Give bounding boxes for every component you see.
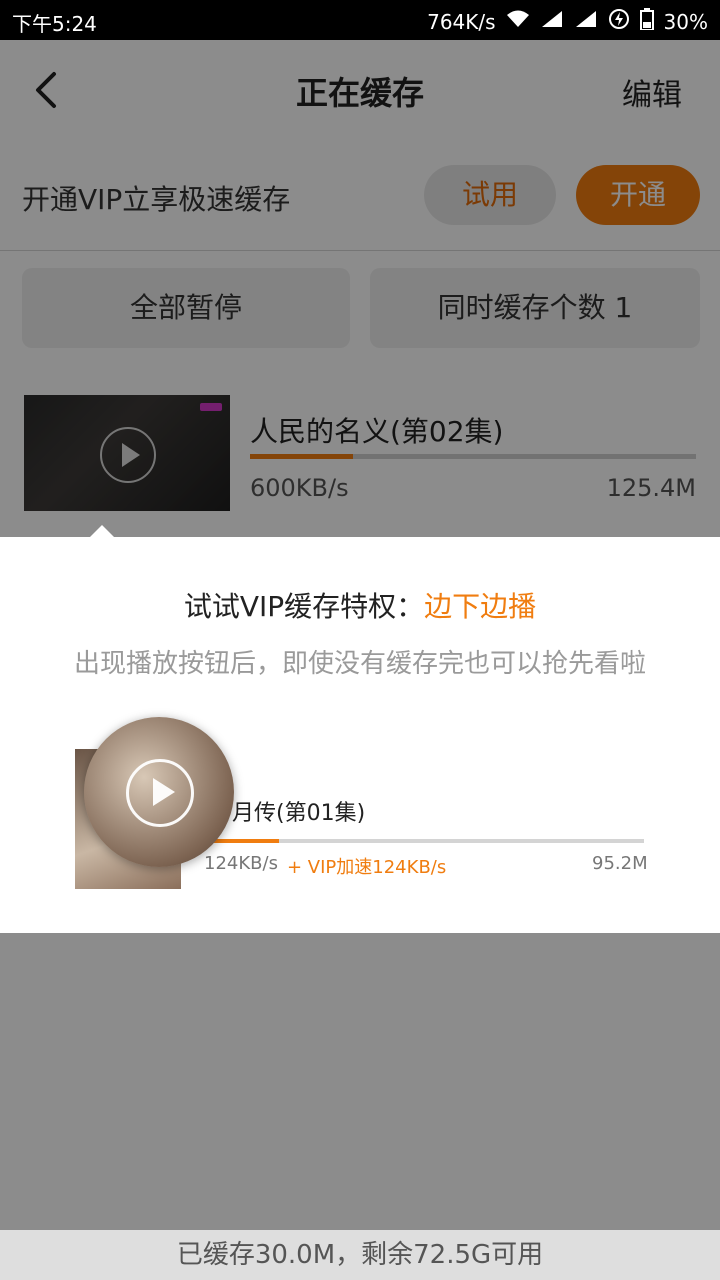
data-saver-icon	[608, 8, 630, 35]
signal-icon-2	[574, 9, 598, 34]
status-bar: 下午5:24 764K/s 30%	[0, 0, 720, 40]
popup-title: 试试VIP缓存特权：边下边播	[0, 585, 720, 625]
popup-description: 出现播放按钮后，即使没有缓存完也可以抢先看啦	[73, 649, 646, 679]
popup-title-highlight: 边下边播	[424, 590, 537, 623]
app-content: 正在缓存 编辑 开通VIP立享极速缓存 试用 开通 全部暂停 同时缓存个数 1 …	[0, 40, 720, 1280]
battery-icon	[639, 8, 654, 35]
storage-footer: 已缓存30.0M，剩余72.5G可用	[0, 1230, 720, 1280]
demo-progress-bar	[204, 839, 644, 843]
wifi-icon	[506, 9, 530, 34]
status-time: 下午5:24	[12, 12, 97, 36]
demo-episode-title: 月传(第01集)	[232, 801, 366, 826]
demo-size: 95.2M	[592, 853, 648, 874]
demo-speed: 124KB/s	[204, 853, 278, 874]
status-right: 764K/s 30%	[427, 8, 708, 35]
signal-icon	[540, 9, 564, 34]
play-icon	[126, 759, 194, 827]
popup-title-prefix: 试试VIP缓存特权：	[183, 590, 425, 623]
battery-percent: 30%	[663, 9, 708, 34]
demo-vip-speed: + VIP加速124KB/s	[287, 857, 447, 878]
demo-magnified-thumbnail	[84, 717, 234, 867]
net-speed: 764K/s	[427, 9, 496, 34]
popup-arrow	[90, 525, 114, 537]
vip-tip-popup: 试试VIP缓存特权：边下边播 出现播放按钮后，即使没有缓存完也可以抢先看啦 月传…	[0, 525, 720, 933]
